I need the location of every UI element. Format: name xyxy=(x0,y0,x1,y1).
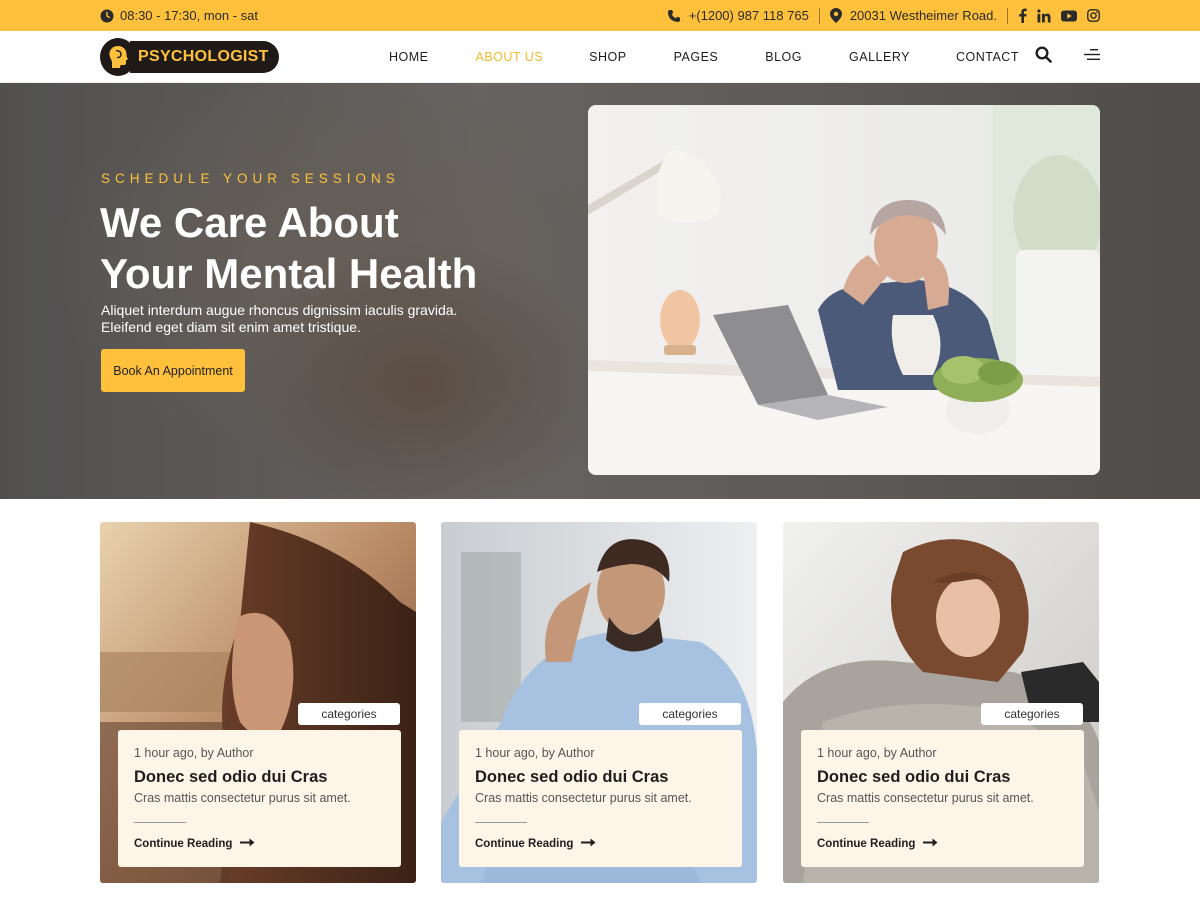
book-appointment-button[interactable]: Book An Appointment xyxy=(101,349,245,392)
hero-eyebrow: SCHEDULE YOUR SESSIONS xyxy=(101,171,400,186)
nav-about-us[interactable]: ABOUT US xyxy=(476,50,544,64)
divider xyxy=(818,7,820,24)
card-title[interactable]: Donec sed odio dui Cras xyxy=(134,768,327,787)
nav-contact[interactable]: CONTACT xyxy=(956,50,1019,64)
site-logo[interactable]: PSYCHOLOGIST xyxy=(100,37,279,77)
card-excerpt: Cras mattis consectetur purus sit amet. xyxy=(817,791,1034,805)
hero-image xyxy=(588,105,1100,475)
card-category-badge[interactable]: categories xyxy=(981,703,1083,725)
continue-reading-link[interactable]: Continue Reading xyxy=(817,838,938,850)
hero-description-line-2: Eleifend eget diam sit enim amet tristiq… xyxy=(101,319,361,335)
instagram-icon[interactable] xyxy=(1087,9,1100,22)
arrow-right-icon xyxy=(923,838,938,850)
nav-gallery[interactable]: GALLERY xyxy=(849,50,910,64)
continue-reading-link[interactable]: Continue Reading xyxy=(134,838,255,850)
phone-icon xyxy=(667,9,681,23)
top-bar-contact: +(1200) 987 118 765 20031 Westheimer Roa… xyxy=(667,0,1100,31)
linkedin-icon[interactable] xyxy=(1037,8,1051,23)
head-silhouette-icon xyxy=(100,38,136,76)
card-category-badge[interactable]: categories xyxy=(298,703,400,725)
site-header: PSYCHOLOGIST HOME ABOUT US SHOP PAGES BL… xyxy=(0,31,1200,83)
youtube-icon[interactable] xyxy=(1061,10,1077,22)
card-divider xyxy=(134,822,186,823)
menu-icon[interactable] xyxy=(1084,48,1100,66)
map-pin-icon xyxy=(829,8,842,23)
opening-hours-text: 08:30 - 17:30, mon - sat xyxy=(120,8,259,23)
continue-reading-label: Continue Reading xyxy=(134,838,233,850)
hero-title: We Care About Your Mental Health xyxy=(100,197,570,299)
continue-reading-link[interactable]: Continue Reading xyxy=(475,838,596,850)
hero-title-line-1: We Care About xyxy=(100,199,399,246)
card-meta: 1 hour ago, by Author xyxy=(475,746,595,760)
card-category-badge[interactable]: categories xyxy=(639,703,741,725)
nav-pages[interactable]: PAGES xyxy=(674,50,719,64)
facebook-icon[interactable] xyxy=(1018,8,1027,23)
nav-shop[interactable]: SHOP xyxy=(589,50,626,64)
main-navigation: HOME ABOUT US SHOP PAGES BLOG GALLERY CO… xyxy=(389,31,1019,83)
card-body: 1 hour ago, by Author Donec sed odio dui… xyxy=(459,730,742,867)
search-icon[interactable] xyxy=(1035,46,1052,68)
clock-icon xyxy=(100,9,114,23)
blog-card[interactable]: categories 1 hour ago, by Author Donec s… xyxy=(441,522,757,883)
card-divider xyxy=(475,822,527,823)
address-contact[interactable]: 20031 Westheimer Road. xyxy=(829,8,997,23)
continue-reading-label: Continue Reading xyxy=(817,838,916,850)
divider xyxy=(1007,7,1008,24)
card-meta: 1 hour ago, by Author xyxy=(817,746,937,760)
arrow-right-icon xyxy=(240,838,255,850)
nav-blog[interactable]: BLOG xyxy=(765,50,802,64)
continue-reading-label: Continue Reading xyxy=(475,838,574,850)
card-body: 1 hour ago, by Author Donec sed odio dui… xyxy=(801,730,1084,867)
card-title[interactable]: Donec sed odio dui Cras xyxy=(817,768,1010,787)
phone-number[interactable]: +(1200) 987 118 765 xyxy=(689,8,809,23)
card-excerpt: Cras mattis consectetur purus sit amet. xyxy=(134,791,351,805)
blog-card[interactable]: categories 1 hour ago, by Author Donec s… xyxy=(783,522,1099,883)
nav-home[interactable]: HOME xyxy=(389,50,429,64)
card-title[interactable]: Donec sed odio dui Cras xyxy=(475,768,668,787)
hero-description: Aliquet interdum augue rhoncus dignissim… xyxy=(101,302,541,336)
blog-card[interactable]: categories 1 hour ago, by Author Donec s… xyxy=(100,522,416,883)
card-body: 1 hour ago, by Author Donec sed odio dui… xyxy=(118,730,401,867)
arrow-right-icon xyxy=(581,838,596,850)
hero-title-line-2: Your Mental Health xyxy=(100,250,478,297)
card-meta: 1 hour ago, by Author xyxy=(134,746,254,760)
phone-contact[interactable]: +(1200) 987 118 765 xyxy=(667,8,809,23)
social-links xyxy=(1018,8,1100,23)
card-divider xyxy=(817,822,869,823)
address-text[interactable]: 20031 Westheimer Road. xyxy=(850,8,997,23)
top-bar: 08:30 - 17:30, mon - sat +(1200) 987 118… xyxy=(0,0,1200,31)
card-excerpt: Cras mattis consectetur purus sit amet. xyxy=(475,791,692,805)
hero-description-line-1: Aliquet interdum augue rhoncus dignissim… xyxy=(101,302,458,318)
logo-text: PSYCHOLOGIST xyxy=(130,41,279,73)
header-actions xyxy=(1035,31,1100,83)
opening-hours: 08:30 - 17:30, mon - sat xyxy=(100,0,258,31)
hero-section: SCHEDULE YOUR SESSIONS We Care About You… xyxy=(0,83,1200,499)
